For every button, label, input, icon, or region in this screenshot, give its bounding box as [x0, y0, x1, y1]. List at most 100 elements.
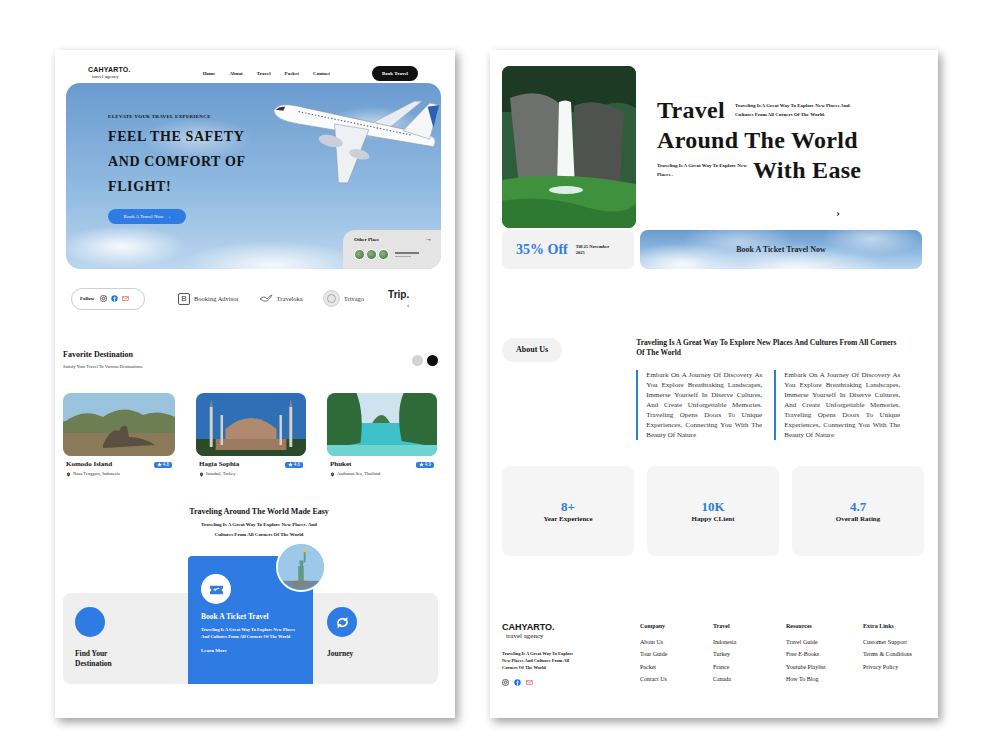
- feature-card[interactable]: Book A Ticket Travel Traveling Is A Great…: [188, 556, 313, 684]
- headline-note: Traveling Is A Great Way To Explore New …: [735, 101, 863, 119]
- section-subtitle: Traveling Is A Great Way To Explore New …: [200, 520, 318, 540]
- about-paragraph: Embark On A Journey Of Discovery As You …: [774, 370, 900, 440]
- nav-links: Home About Travel Packet Contact: [203, 70, 330, 77]
- footer-link[interactable]: How To Blog: [786, 673, 863, 685]
- feature-card[interactable]: Journey: [313, 593, 438, 684]
- book-travel-button[interactable]: Book Travel: [372, 66, 418, 81]
- caption-lines: [395, 252, 419, 257]
- offer-row: 35% Off Till 25 November 2025 Book A Tic…: [502, 230, 922, 269]
- footer-link[interactable]: France: [713, 661, 786, 673]
- gmail-icon[interactable]: [122, 295, 129, 302]
- stat-card: 10KHappy CLient: [647, 466, 779, 556]
- footer-link[interactable]: Free E-Books: [786, 648, 863, 660]
- rating-value: 4.6: [294, 462, 300, 468]
- footer-link[interactable]: Packet: [640, 661, 713, 673]
- facebook-icon[interactable]: [111, 295, 118, 302]
- section-subtitle: Satisfy Your Travel To Various Destinati…: [63, 364, 143, 370]
- footer-brand: CAHYARTO. travel agency Traveling Is A G…: [502, 622, 640, 686]
- destination-card[interactable]: Komodo Island4.8Nusa Tenggara, Indonesia: [63, 393, 175, 477]
- pager-dot[interactable]: [427, 355, 438, 366]
- footer: CAHYARTO. travel agency Traveling Is A G…: [490, 622, 938, 686]
- other-place-panel[interactable]: Other Place→: [343, 230, 441, 269]
- destination-card[interactable]: Phuket 4.9 Andaman Sea, Thailand: [327, 393, 437, 477]
- chevron-right-icon: ›: [169, 213, 171, 220]
- pager-dot[interactable]: [412, 355, 423, 366]
- bird-logo-icon: [259, 293, 273, 305]
- destination-photo: [327, 393, 437, 456]
- feature-description: Traveling Is A Great Way To Explore New …: [201, 627, 301, 640]
- footer-link[interactable]: Canada: [713, 673, 786, 685]
- location-pin-icon: [66, 472, 71, 477]
- location-text: Andaman Sea, Thailand: [337, 471, 380, 477]
- footer-link[interactable]: Privacy Policy: [863, 661, 938, 673]
- footer-link[interactable]: Travel Guide: [786, 636, 863, 648]
- stat-label: Year Experience: [543, 515, 592, 524]
- nav-link[interactable]: Packet: [285, 70, 299, 77]
- location-text: Nusa Tenggara, Indonesia: [73, 471, 120, 477]
- footer-link[interactable]: Customer Support: [863, 636, 938, 648]
- footer-column: Extra LinksCustomer SupportTerms & Condi…: [863, 622, 938, 686]
- footer-link[interactable]: Indonesia: [713, 636, 786, 648]
- follow-label: Follow: [80, 295, 94, 302]
- rating-badge: 4.8: [154, 462, 172, 468]
- stat-value: 4.7: [850, 499, 866, 514]
- footer-link[interactable]: Youtube Playlist: [786, 661, 863, 673]
- instagram-icon[interactable]: [502, 679, 509, 686]
- partner-logo[interactable]: Trip.‹: [388, 289, 409, 308]
- destination-icon: [75, 607, 105, 637]
- feature-card[interactable]: Find Your Destination: [63, 593, 188, 684]
- previous-arrow-icon[interactable]: ‹: [407, 302, 409, 308]
- home-page: CAHYARTO. travel agency Home About Travel P…: [55, 50, 455, 718]
- logo-text[interactable]: CAHYARTO.: [88, 66, 131, 74]
- partner-name: Trivago: [344, 295, 364, 303]
- next-arrow-icon[interactable]: ›: [657, 207, 922, 217]
- feature-title: Book A Ticket Travel: [201, 612, 271, 622]
- footer-link[interactable]: Tour Guide: [640, 648, 713, 660]
- nav-link[interactable]: About: [229, 70, 242, 77]
- gmail-icon[interactable]: [526, 679, 533, 686]
- headline-note: Traveling Is A Great Way To Explore New …: [657, 161, 749, 179]
- destination-name: Phuket: [330, 460, 351, 469]
- hero-title: FEEL THE SAFETY AND COMFORT OF FLIGHT!: [108, 124, 263, 199]
- facebook-icon[interactable]: [514, 679, 521, 686]
- place-thumbnail[interactable]: [366, 249, 377, 260]
- partner-logo[interactable]: Traveloka: [259, 293, 303, 305]
- logo-text[interactable]: CAHYARTO.: [502, 622, 640, 632]
- about-page: Travel Traveling Is A Great Way To Explo…: [490, 50, 938, 718]
- card-title-row: Phuket 4.9: [327, 460, 437, 469]
- about-section: About Us Traveling Is A Great Way To Exp…: [490, 338, 938, 440]
- footer-heading: Travel: [713, 622, 786, 630]
- rating-badge: 4.9: [416, 462, 434, 468]
- logo[interactable]: CAHYARTO. travel agency: [88, 66, 131, 80]
- place-thumbnail[interactable]: [354, 249, 365, 260]
- instagram-icon[interactable]: [100, 295, 107, 302]
- hero-row: Travel Traveling Is A Great Way To Explo…: [490, 50, 938, 228]
- footer-link[interactable]: Contact Us: [640, 673, 713, 685]
- ticket-icon: [201, 574, 231, 604]
- book-a-travel-now-button[interactable]: Book A Travel Now›: [108, 209, 186, 224]
- partner-logo[interactable]: BBooking Advisor: [178, 293, 239, 305]
- location-text: Istanbul, Turkey: [206, 471, 236, 477]
- footer-link[interactable]: About Us: [640, 636, 713, 648]
- learn-more-link[interactable]: Learn More: [201, 647, 301, 654]
- arrow-right-icon[interactable]: →: [425, 236, 432, 243]
- book-ticket-banner[interactable]: Book A Ticket Travel Now: [640, 230, 922, 269]
- favorites-header: Favorite Destination Satisfy Your Travel…: [55, 350, 455, 370]
- section-title: Favorite Destination: [63, 350, 143, 360]
- nav-link[interactable]: Contact: [313, 70, 330, 77]
- destination-cards: Komodo Island4.8Nusa Tenggara, Indonesia…: [55, 393, 455, 477]
- nav-link[interactable]: Travel: [257, 70, 271, 77]
- footer-link[interactable]: Terms & Conditions: [863, 648, 938, 660]
- footer-link[interactable]: Turkey: [713, 648, 786, 660]
- nav-link[interactable]: Home: [203, 70, 216, 77]
- journey-icon: [327, 607, 357, 637]
- destination-location: Istanbul, Turkey: [196, 471, 306, 477]
- footer-column: Travel IndonesiaTurkeyFranceCanada: [713, 622, 786, 686]
- location-pin-icon: [199, 472, 204, 477]
- discount-box: 35% Off Till 25 November 2025: [502, 230, 634, 269]
- destination-card[interactable]: Hagia Sophia4.6Istanbul, Turkey: [196, 393, 306, 477]
- partner-logo[interactable]: Trivago: [323, 290, 364, 307]
- social-links: [502, 679, 640, 686]
- place-thumbnail[interactable]: [378, 249, 389, 260]
- footer-description: Traveling Is A Great Way To Explore New …: [502, 650, 577, 671]
